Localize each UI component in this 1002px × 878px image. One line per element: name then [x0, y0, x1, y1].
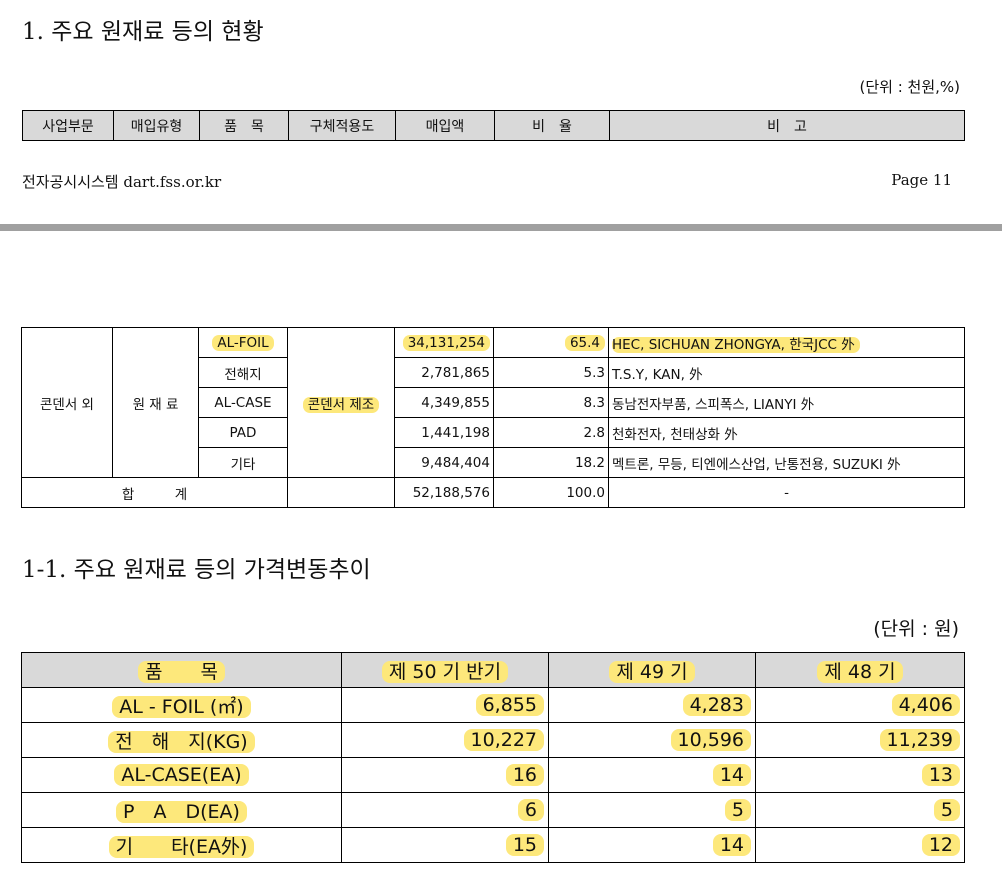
item-cell: AL-FOIL — [198, 327, 288, 358]
col-header-period-50: 제 50 기 반기 — [341, 652, 549, 688]
amount-cell: 2,781,865 — [394, 357, 494, 388]
col-header-item: 품 목 — [21, 652, 342, 688]
price-50-cell: 15 — [341, 827, 549, 863]
price-50-cell: 10,227 — [341, 722, 549, 758]
section-heading-raw-materials: 1. 주요 원재료 등의 현황 — [22, 19, 264, 45]
usage-cell: 콘덴서 제조 — [287, 327, 395, 478]
price-48-cell: 5 — [755, 792, 965, 828]
col-header-segment: 사업부문 — [22, 110, 114, 141]
header-row: 품 목 제 50 기 반기 제 49 기 제 48 기 — [21, 652, 965, 688]
note-cell: 멕트론, 무등, 티엔에스산업, 난통전용, SUZUKI 外 — [608, 447, 965, 478]
col-header-period-49: 제 49 기 — [548, 652, 756, 688]
table-row: 기 타(EA外) 15 14 12 — [21, 827, 965, 863]
footer-system-text: 전자공시시스템 dart.fss.or.kr — [22, 173, 222, 191]
raw-material-header-table: 사업부문 매입유형 품 목 구체적용도 매입액 비 율 비 고 — [22, 110, 965, 141]
amount-cell: 4,349,855 — [394, 387, 494, 418]
ratio-cell: 2.8 — [493, 417, 609, 448]
price-49-cell: 4,283 — [548, 687, 756, 723]
total-usage-cell — [287, 477, 395, 508]
unit-label: (단위 : 천원,%) — [859, 78, 960, 96]
note-cell: HEC, SICHUAN ZHONGYA, 한국JCC 外 — [608, 327, 965, 358]
col-header-usage: 구체적용도 — [288, 110, 396, 141]
section-heading-price-trend: 1-1. 주요 원재료 등의 가격변동추이 — [22, 557, 371, 583]
col-header-note: 비 고 — [609, 110, 965, 141]
page-divider — [0, 224, 1002, 231]
price-trend-table: 품 목 제 50 기 반기 제 49 기 제 48 기 AL - FOIL (㎡… — [21, 652, 965, 863]
price-50-cell: 6 — [341, 792, 549, 828]
total-note: - — [608, 477, 965, 508]
table-row: P A D(EA) 6 5 5 — [21, 792, 965, 828]
price-49-cell: 10,596 — [548, 722, 756, 758]
note-cell: T.S.Y, KAN, 外 — [608, 357, 965, 388]
price-49-cell: 14 — [548, 757, 756, 793]
table-row: AL-CASE(EA) 16 14 13 — [21, 757, 965, 793]
item-cell: AL-CASE — [198, 387, 288, 418]
price-item-cell: 전 해 지(KG) — [21, 722, 342, 758]
amount-cell: 34,131,254 — [394, 327, 494, 358]
total-ratio: 100.0 — [493, 477, 609, 508]
amount-cell: 1,441,198 — [394, 417, 494, 448]
total-row: 합 계 52,188,576 100.0 - — [21, 477, 965, 508]
col-header-period-48: 제 48 기 — [755, 652, 965, 688]
price-item-cell: AL - FOIL (㎡) — [21, 687, 342, 723]
col-header-ratio: 비 율 — [494, 110, 610, 141]
ratio-cell: 5.3 — [493, 357, 609, 388]
item-cell: PAD — [198, 417, 288, 448]
price-item-cell: P A D(EA) — [21, 792, 342, 828]
header-row: 사업부문 매입유형 품 목 구체적용도 매입액 비 율 비 고 — [22, 110, 965, 141]
price-50-cell: 6,855 — [341, 687, 549, 723]
price-48-cell: 4,406 — [755, 687, 965, 723]
total-amount: 52,188,576 — [394, 477, 494, 508]
col-header-item: 품 목 — [199, 110, 289, 141]
price-48-cell: 12 — [755, 827, 965, 863]
price-item-cell: AL-CASE(EA) — [21, 757, 342, 793]
price-50-cell: 16 — [341, 757, 549, 793]
price-48-cell: 13 — [755, 757, 965, 793]
price-48-cell: 11,239 — [755, 722, 965, 758]
col-header-purchase-type: 매입유형 — [113, 110, 200, 141]
table-row: 콘덴서 외 원 재 료 AL-FOIL 콘덴서 제조 34,131,254 65… — [21, 327, 965, 478]
item-cell: 전해지 — [198, 357, 288, 388]
table-row: 전 해 지(KG) 10,227 10,596 11,239 — [21, 722, 965, 758]
purchase-type-cell: 원 재 료 — [112, 327, 199, 478]
price-49-cell: 14 — [548, 827, 756, 863]
total-label: 합 계 — [21, 477, 288, 508]
ratio-cell: 18.2 — [493, 447, 609, 478]
segment-cell: 콘덴서 외 — [21, 327, 113, 478]
footer-page-number: Page 11 — [891, 171, 952, 189]
note-cell: 동남전자부품, 스피폭스, LIANYI 外 — [608, 387, 965, 418]
item-cell: 기타 — [198, 447, 288, 478]
unit-label-price: (단위 : 원) — [873, 618, 959, 640]
note-cell: 천화전자, 천태상화 外 — [608, 417, 965, 448]
ratio-cell: 8.3 — [493, 387, 609, 418]
price-49-cell: 5 — [548, 792, 756, 828]
table-row: AL - FOIL (㎡) 6,855 4,283 4,406 — [21, 687, 965, 723]
col-header-amount: 매입액 — [395, 110, 495, 141]
price-item-cell: 기 타(EA外) — [21, 827, 342, 863]
raw-material-table: 콘덴서 외 원 재 료 AL-FOIL 콘덴서 제조 34,131,254 65… — [21, 327, 965, 508]
ratio-cell: 65.4 — [493, 327, 609, 358]
amount-cell: 9,484,404 — [394, 447, 494, 478]
